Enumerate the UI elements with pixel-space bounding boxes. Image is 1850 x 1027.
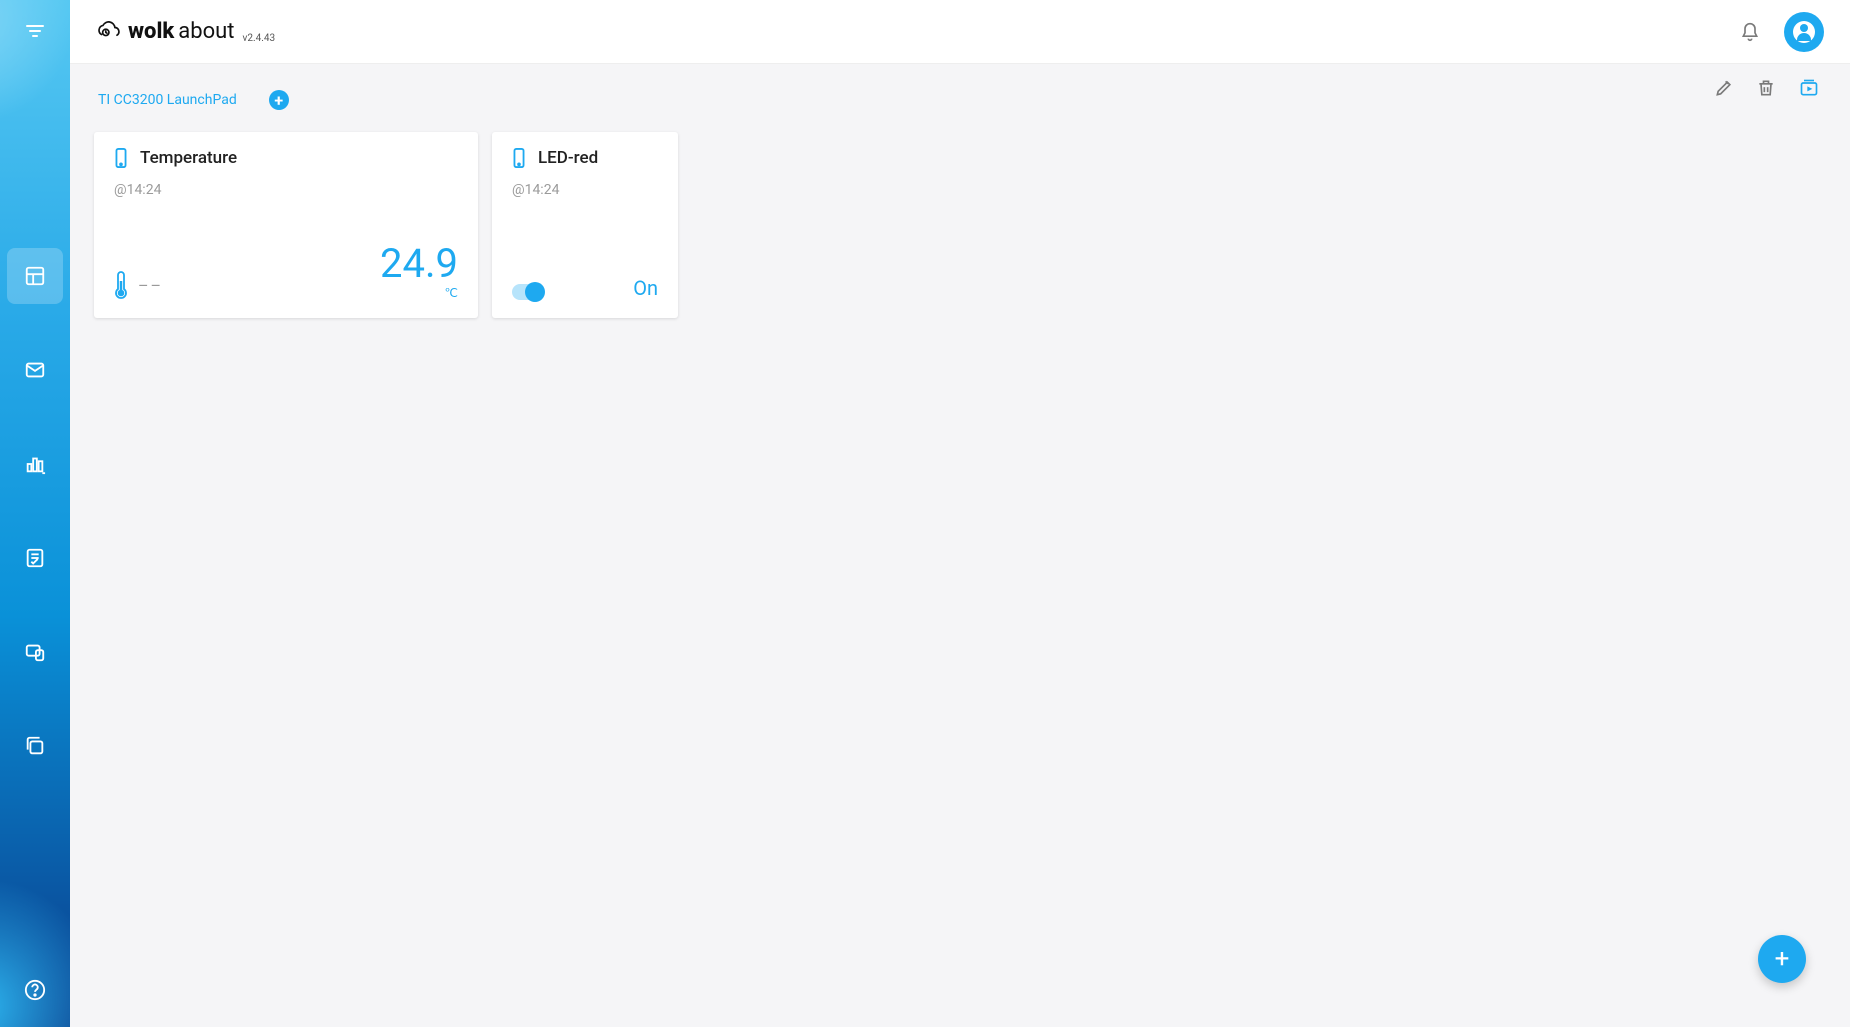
slideshow-icon[interactable] (1798, 78, 1820, 98)
user-avatar[interactable] (1784, 12, 1824, 52)
temperature-value: 24.9 (380, 240, 458, 287)
add-widget-fab[interactable]: + (1758, 935, 1806, 983)
main: wolkabout v2.4.43 TI CC3200 LaunchPad + (70, 0, 1850, 1027)
nav-copy[interactable] (7, 718, 63, 774)
brand-logo: wolkabout (96, 19, 235, 44)
content: TI CC3200 LaunchPad + Temperature (70, 64, 1850, 1027)
device-icon (114, 148, 128, 168)
card-temperature[interactable]: Temperature @14:24 –– 24.9 ℃ (94, 132, 478, 318)
tab-active[interactable]: TI CC3200 LaunchPad (94, 82, 241, 118)
notifications-icon[interactable] (1730, 12, 1770, 52)
card-timestamp: @14:24 (114, 182, 458, 198)
brand-version: v2.4.43 (243, 33, 276, 44)
edit-icon[interactable] (1714, 78, 1734, 98)
nav-dashboard[interactable] (7, 248, 63, 304)
sidebar-nav (7, 248, 63, 774)
device-icon (512, 148, 526, 168)
sidebar (0, 0, 70, 1027)
nav-messages[interactable] (7, 342, 63, 398)
led-toggle[interactable] (512, 284, 542, 300)
help-icon[interactable] (24, 979, 46, 1001)
nav-rules[interactable] (7, 530, 63, 586)
nav-devices[interactable] (7, 624, 63, 680)
nav-reports[interactable] (7, 436, 63, 492)
delete-icon[interactable] (1756, 78, 1776, 98)
cards: Temperature @14:24 –– 24.9 ℃ (94, 132, 1826, 318)
tabs-row: TI CC3200 LaunchPad + (94, 82, 1826, 118)
add-tab-button[interactable]: + (269, 90, 289, 110)
card-title: LED-red (538, 148, 598, 168)
brand: wolkabout v2.4.43 (96, 19, 275, 45)
brand-name-light: about (178, 19, 234, 44)
card-title: Temperature (140, 148, 237, 168)
temp-trend: –– (138, 276, 163, 295)
menu-toggle-icon[interactable] (25, 24, 45, 38)
dashboard-toolbar (1714, 78, 1820, 98)
card-timestamp: @14:24 (512, 182, 658, 198)
brand-name-bold: wolk (128, 19, 174, 44)
topbar: wolkabout v2.4.43 (70, 0, 1850, 64)
temperature-unit: ℃ (380, 286, 458, 300)
thermometer-icon: –– (114, 270, 163, 300)
led-state: On (633, 276, 658, 300)
card-led[interactable]: LED-red @14:24 On (492, 132, 678, 318)
